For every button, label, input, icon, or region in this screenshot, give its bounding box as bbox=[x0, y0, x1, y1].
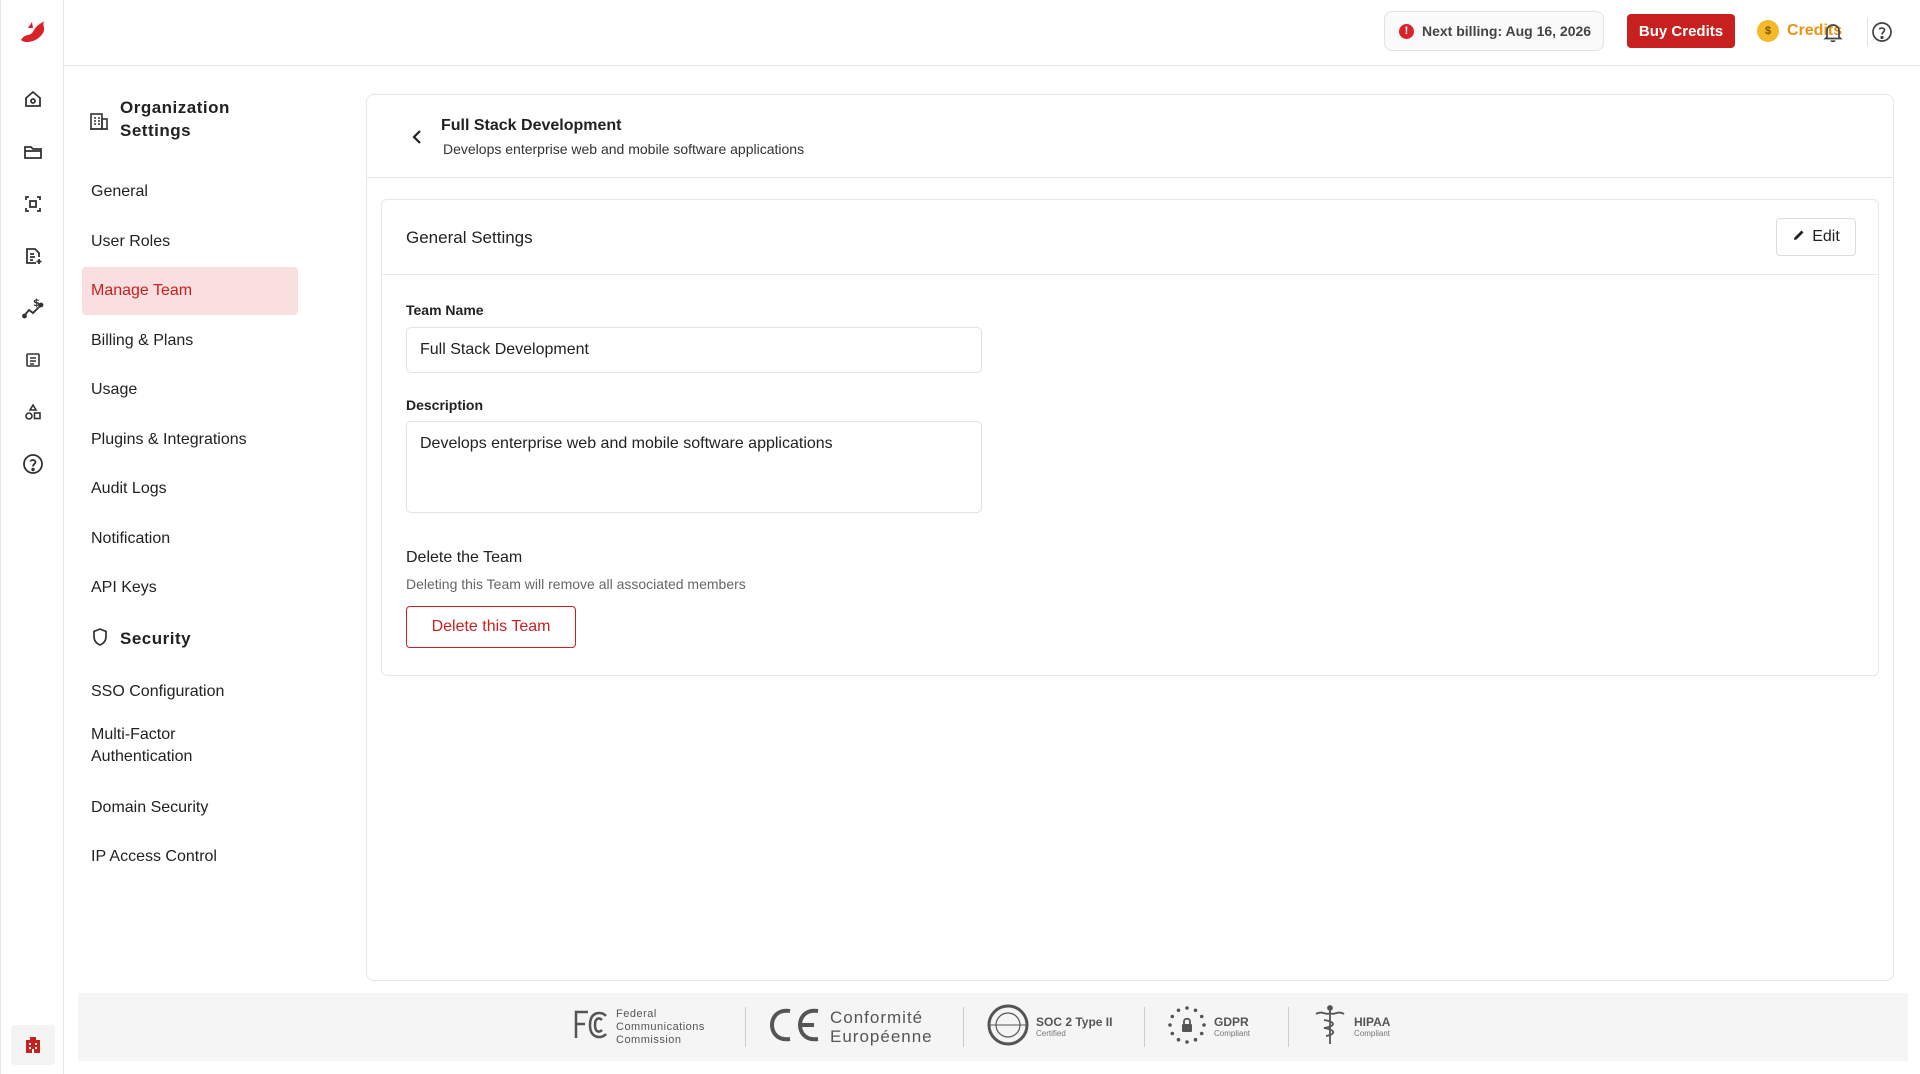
delete-team-button[interactable]: Delete this Team bbox=[406, 606, 576, 648]
general-settings-card: General Settings Edit Team Name Descript… bbox=[381, 199, 1879, 676]
organization-settings-header: Organization Settings bbox=[82, 96, 302, 142]
soc2-title: SOC 2 Type II bbox=[1036, 1015, 1113, 1029]
sidebar-item-multi-factor-authentication[interactable]: Multi-Factor Authentication bbox=[82, 718, 222, 780]
sidebar-item-user-roles[interactable]: User Roles bbox=[82, 218, 298, 266]
sidebar-item-general[interactable]: General bbox=[82, 168, 298, 216]
fcc-line-1: Federal bbox=[616, 1007, 657, 1020]
footer-separator bbox=[963, 1007, 964, 1047]
icon-rail: $ bbox=[0, 0, 64, 1074]
soc2-badge: SOC 2 Type II Certified bbox=[986, 1003, 1113, 1052]
security-title: Security bbox=[120, 629, 192, 648]
sidebar-item-plugins-integrations[interactable]: Plugins & Integrations bbox=[82, 416, 298, 464]
gdpr-subtitle: Compliant bbox=[1214, 1029, 1251, 1038]
folder-icon[interactable] bbox=[19, 138, 47, 166]
sidebar-item-domain-security[interactable]: Domain Security bbox=[82, 784, 298, 832]
ce-logo-icon bbox=[768, 1005, 824, 1050]
sidebar-item-notification[interactable]: Notification bbox=[82, 515, 298, 563]
scan-icon[interactable] bbox=[19, 190, 47, 218]
description-label: Description bbox=[406, 397, 484, 413]
pencil-icon bbox=[1792, 228, 1806, 247]
ce-line-2: Européenne bbox=[830, 1027, 933, 1046]
delete-team-title: Delete the Team bbox=[406, 549, 523, 566]
fcc-line-2: Communications bbox=[616, 1020, 705, 1033]
gdpr-badge: GDPR Compliant bbox=[1166, 1005, 1250, 1049]
sidebar-item-api-keys[interactable]: API Keys bbox=[82, 564, 298, 612]
team-name-label: Team Name bbox=[406, 302, 484, 318]
bell-icon[interactable] bbox=[1819, 18, 1847, 46]
compliance-footer: Federal Communications Commission Confor… bbox=[78, 993, 1908, 1061]
cost-chart-icon[interactable]: $ bbox=[19, 294, 47, 322]
help-icon[interactable] bbox=[19, 450, 47, 478]
edit-button[interactable]: Edit bbox=[1776, 218, 1856, 256]
coin-icon: $ bbox=[1757, 20, 1779, 42]
edit-label: Edit bbox=[1812, 228, 1840, 245]
next-billing-badge: ! Next billing: Aug 16, 2026 bbox=[1384, 11, 1604, 51]
footer-separator bbox=[1144, 1007, 1145, 1047]
team-name-input[interactable] bbox=[406, 327, 982, 373]
sidebar-item-usage[interactable]: Usage bbox=[82, 366, 298, 414]
buy-credits-button[interactable]: Buy Credits bbox=[1627, 14, 1735, 48]
sidebar-item-manage-team[interactable]: Manage Team bbox=[82, 267, 298, 315]
general-settings-header: General Settings Edit bbox=[382, 200, 1878, 275]
ce-badge: Conformité Européenne bbox=[768, 1005, 933, 1049]
top-bar: ! Next billing: Aug 16, 2026 Buy Credits… bbox=[64, 0, 1920, 66]
sidebar-item-billing-plans[interactable]: Billing & Plans bbox=[82, 317, 298, 365]
ce-line-1: Conformité bbox=[830, 1008, 924, 1027]
footer-separator bbox=[745, 1007, 746, 1047]
sidebar-item-audit-logs[interactable]: Audit Logs bbox=[82, 465, 298, 513]
shapes-icon[interactable] bbox=[19, 398, 47, 426]
fcc-badge: Federal Communications Commission bbox=[572, 1005, 705, 1049]
shield-icon bbox=[90, 627, 110, 652]
settings-sidebar: Organization Settings General User Roles… bbox=[82, 96, 302, 883]
sidebar-item-sso-configuration[interactable]: SSO Configuration bbox=[82, 668, 298, 716]
footer-separator bbox=[1288, 1007, 1289, 1047]
gdpr-title: GDPR bbox=[1214, 1015, 1249, 1029]
sidebar-item-ip-access-control[interactable]: IP Access Control bbox=[82, 833, 298, 881]
team-header: Full Stack Development Develops enterpri… bbox=[367, 95, 1893, 178]
back-arrow-icon[interactable] bbox=[405, 125, 429, 149]
team-title: Full Stack Development bbox=[441, 117, 622, 134]
general-settings-title: General Settings bbox=[406, 228, 533, 247]
organization-settings-title: Organization Settings bbox=[120, 98, 230, 140]
fcc-logo-icon bbox=[572, 1008, 610, 1047]
gdpr-stars-lock-icon bbox=[1166, 1004, 1208, 1051]
team-subtitle: Develops enterprise web and mobile softw… bbox=[443, 141, 805, 157]
next-billing-text: Next billing: Aug 16, 2026 bbox=[1422, 23, 1592, 39]
security-header: Security bbox=[82, 614, 302, 664]
hipaa-badge: HIPAA Compliant bbox=[1312, 1004, 1391, 1051]
building-icon bbox=[88, 110, 110, 137]
list-box-icon[interactable] bbox=[19, 346, 47, 374]
alert-icon: ! bbox=[1399, 23, 1414, 39]
svg-text:$: $ bbox=[33, 298, 40, 309]
brand-logo-icon[interactable] bbox=[15, 14, 51, 50]
description-textarea[interactable]: Develops enterprise web and mobile softw… bbox=[406, 421, 982, 513]
organization-building-icon[interactable] bbox=[11, 1025, 55, 1065]
help-circle-icon[interactable] bbox=[1868, 18, 1896, 46]
home-icon[interactable] bbox=[19, 85, 47, 113]
hipaa-subtitle: Compliant bbox=[1354, 1029, 1391, 1038]
soc2-subtitle: Certified bbox=[1036, 1029, 1066, 1038]
document-add-icon[interactable] bbox=[19, 242, 47, 270]
team-detail-card: Full Stack Development Develops enterpri… bbox=[366, 94, 1894, 981]
fcc-line-3: Commission bbox=[616, 1033, 682, 1046]
delete-team-subtitle: Deleting this Team will remove all assoc… bbox=[406, 576, 746, 592]
hipaa-title: HIPAA bbox=[1354, 1015, 1391, 1029]
aicpa-soc-logo-icon bbox=[986, 1003, 1030, 1052]
caduceus-icon bbox=[1312, 1004, 1348, 1051]
